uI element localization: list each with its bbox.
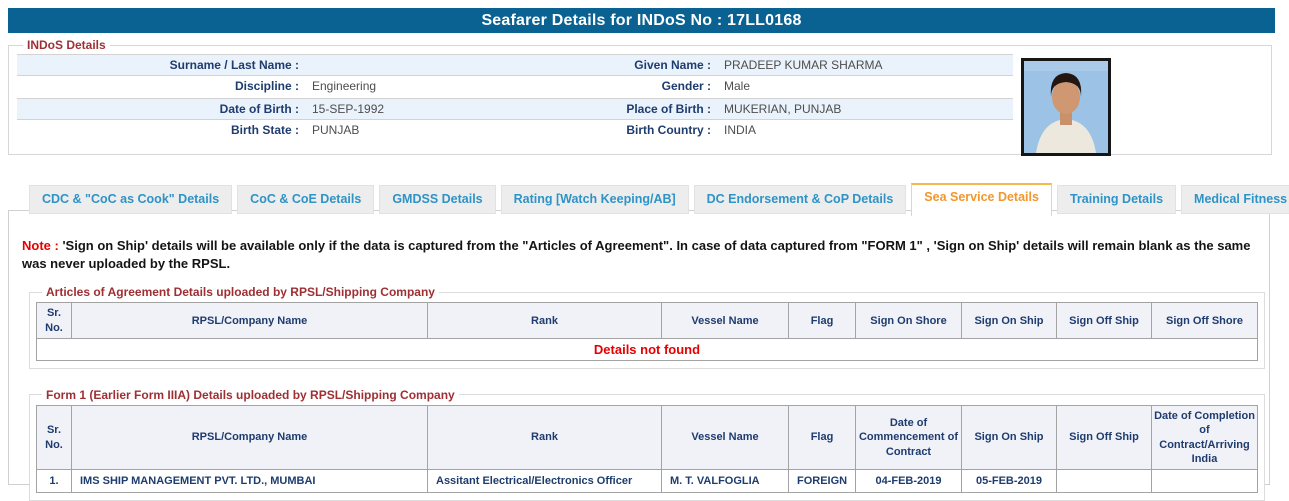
column-header-flag: Flag bbox=[788, 404, 856, 471]
place-of-birth-value: MUKERIAN, PUNJAB bbox=[724, 102, 842, 116]
cell-flag: FOREIGN bbox=[788, 469, 856, 494]
cell-date-commencement: 04-FEB-2019 bbox=[855, 469, 962, 494]
column-header-sr-no: Sr. No. bbox=[36, 302, 72, 339]
note-label: Note : bbox=[22, 238, 59, 253]
cell-sign-off-ship bbox=[1056, 469, 1152, 494]
column-header-sr-no: Sr. No. bbox=[36, 404, 72, 471]
place-of-birth-label: Place of Birth : bbox=[626, 102, 711, 116]
column-header-sign-off-ship: Sign Off Ship bbox=[1056, 404, 1152, 471]
column-header-rank: Rank bbox=[427, 302, 662, 339]
column-header-rpsl-company: RPSL/Company Name bbox=[71, 302, 428, 339]
date-of-birth-value: 15-SEP-1992 bbox=[312, 102, 385, 116]
gender-value: Male bbox=[724, 79, 751, 93]
indos-details-section: INDoS Details Surname / Last Name : Give… bbox=[8, 38, 1272, 156]
column-header-vessel-name: Vessel Name bbox=[661, 302, 789, 339]
gender-label: Gender : bbox=[661, 79, 711, 93]
given-name-value: PRADEEP KUMAR SHARMA bbox=[724, 58, 883, 72]
seafarer-photo bbox=[1021, 58, 1111, 156]
birth-state-label: Birth State : bbox=[230, 123, 299, 137]
form1-table: Sr. No. RPSL/Company Name Rank Vessel Na… bbox=[36, 404, 1258, 494]
indos-row-birth: Date of Birth : 15-SEP-1992 Place of Bir… bbox=[17, 98, 1013, 120]
articles-empty-row: Details not found bbox=[36, 337, 1258, 361]
indos-details-grid: Surname / Last Name : Given Name : PRADE… bbox=[17, 54, 1013, 142]
cell-date-completion bbox=[1151, 469, 1258, 494]
column-header-vessel-name: Vessel Name bbox=[661, 404, 789, 471]
cell-rpsl-company: IMS SHIP MANAGEMENT PVT. LTD., MUMBAI bbox=[71, 469, 428, 494]
indos-row-discipline: Discipline : Engineering Gender : Male bbox=[17, 76, 1013, 98]
empty-message: Details not found bbox=[36, 337, 1258, 361]
tab-cdc-coc-as-cook-details[interactable]: CDC & "CoC as Cook" Details bbox=[29, 185, 233, 214]
tab-bar: CDC & "CoC as Cook" Details CoC & CoE De… bbox=[8, 183, 1289, 216]
discipline-value: Engineering bbox=[312, 79, 377, 93]
column-header-sign-on-shore: Sign On Shore bbox=[855, 302, 962, 339]
form1-header-row: Sr. No. RPSL/Company Name Rank Vessel Na… bbox=[36, 404, 1258, 471]
column-header-date-commencement: Date of Commencement of Contract bbox=[855, 404, 962, 471]
sea-service-panel: Note : 'Sign on Ship' details will be av… bbox=[8, 210, 1270, 501]
column-header-sign-on-ship: Sign On Ship bbox=[961, 302, 1057, 339]
column-header-rank: Rank bbox=[427, 404, 662, 471]
birth-state-value: PUNJAB bbox=[312, 123, 360, 137]
column-header-sign-on-ship: Sign On Ship bbox=[961, 404, 1057, 471]
tab-training-details[interactable]: Training Details bbox=[1056, 185, 1177, 214]
page-title: Seafarer Details for INDoS No : 17LL0168 bbox=[8, 8, 1275, 33]
surname-value bbox=[303, 55, 603, 76]
indos-details-legend: INDoS Details bbox=[27, 38, 106, 52]
surname-label: Surname / Last Name : bbox=[169, 58, 299, 72]
given-name-label: Given Name : bbox=[634, 58, 711, 72]
table-row: 1. IMS SHIP MANAGEMENT PVT. LTD., MUMBAI… bbox=[36, 469, 1258, 494]
discipline-label: Discipline : bbox=[234, 79, 299, 93]
indos-row-name: Surname / Last Name : Given Name : PRADE… bbox=[17, 54, 1013, 76]
seafarer-photo-image bbox=[1024, 61, 1108, 153]
form1-section: Form 1 (Earlier Form IIIA) Details uploa… bbox=[29, 387, 1265, 501]
column-header-date-completion: Date of Completion of Contract/Arriving … bbox=[1151, 404, 1258, 471]
indos-row-state: Birth State : PUNJAB Birth Country : IND… bbox=[17, 120, 1013, 142]
form1-legend: Form 1 (Earlier Form IIIA) Details uploa… bbox=[46, 387, 455, 402]
birth-country-label: Birth Country : bbox=[626, 123, 711, 137]
tab-medical-fitness-certificate[interactable]: Medical Fitness Certificate bbox=[1181, 185, 1289, 214]
articles-legend: Articles of Agreement Details uploaded b… bbox=[46, 285, 435, 300]
tab-rating-watch-keeping-ab[interactable]: Rating [Watch Keeping/AB] bbox=[500, 185, 689, 214]
note-text: Note : 'Sign on Ship' details will be av… bbox=[22, 237, 1255, 273]
tab-coc-coe-details[interactable]: CoC & CoE Details bbox=[237, 185, 375, 214]
column-header-sign-off-ship: Sign Off Ship bbox=[1056, 302, 1152, 339]
date-of-birth-label: Date of Birth : bbox=[219, 102, 299, 116]
cell-rank: Assitant Electrical/Electronics Officer bbox=[427, 469, 662, 494]
column-header-flag: Flag bbox=[788, 302, 856, 339]
articles-header-row: Sr. No. RPSL/Company Name Rank Vessel Na… bbox=[36, 302, 1258, 339]
column-header-sign-off-shore: Sign Off Shore bbox=[1151, 302, 1258, 339]
birth-country-value: INDIA bbox=[724, 123, 757, 137]
articles-of-agreement-section: Articles of Agreement Details uploaded b… bbox=[29, 285, 1265, 369]
note-body: 'Sign on Ship' details will be available… bbox=[22, 238, 1251, 272]
cell-sr-no: 1. bbox=[36, 469, 72, 494]
cell-sign-on-ship: 05-FEB-2019 bbox=[961, 469, 1057, 494]
column-header-rpsl-company: RPSL/Company Name bbox=[71, 404, 428, 471]
tab-sea-service-details[interactable]: Sea Service Details bbox=[911, 183, 1052, 216]
cell-vessel-name: M. T. VALFOGLIA bbox=[661, 469, 789, 494]
tab-gmdss-details[interactable]: GMDSS Details bbox=[379, 185, 496, 214]
tab-dc-endorsement-cop-details[interactable]: DC Endorsement & CoP Details bbox=[693, 185, 907, 214]
articles-table: Sr. No. RPSL/Company Name Rank Vessel Na… bbox=[36, 302, 1258, 361]
